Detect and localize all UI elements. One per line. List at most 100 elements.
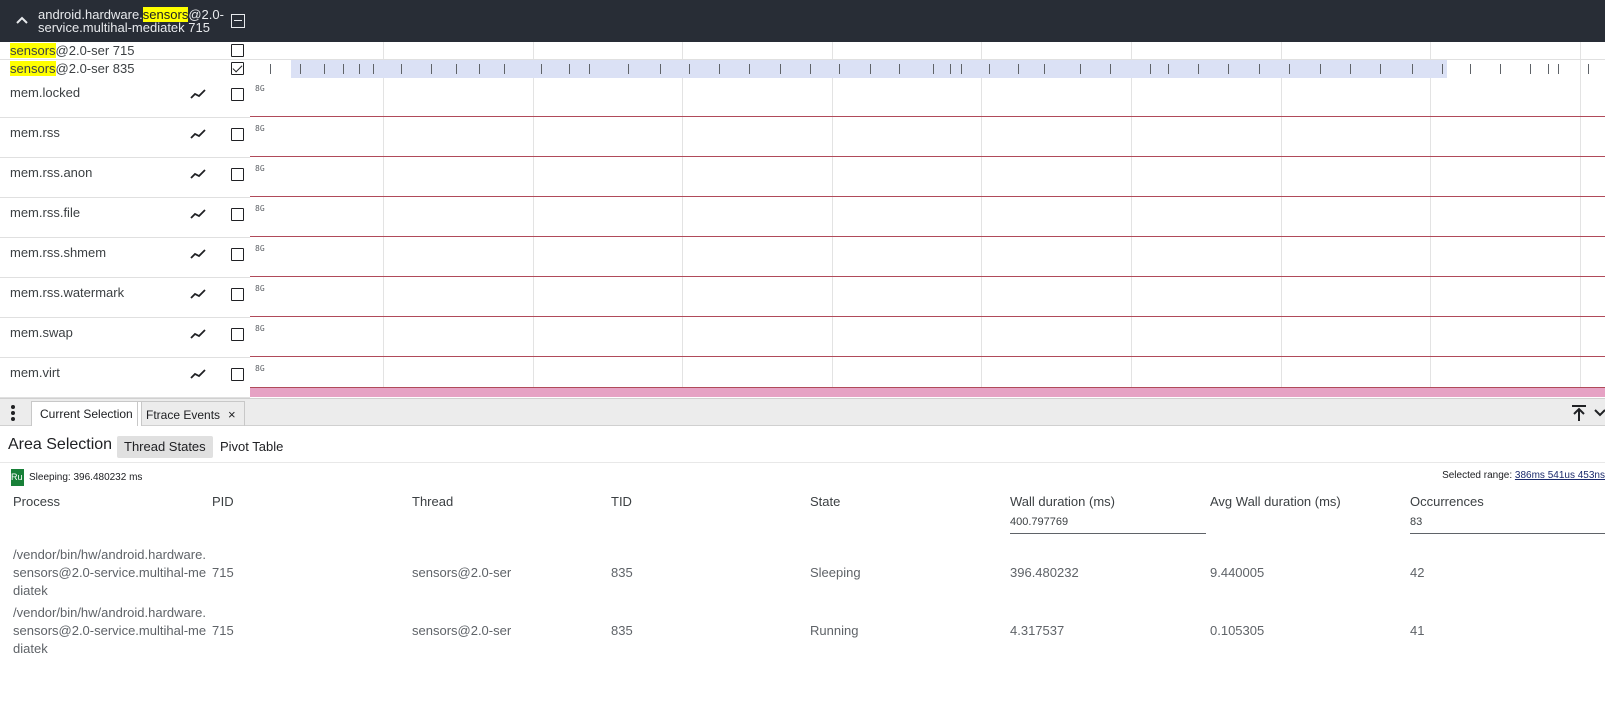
table-cell-wall: 4.317537 — [1010, 623, 1065, 638]
chevron-down-icon[interactable] — [1594, 403, 1605, 423]
line-chart-icon[interactable] — [190, 168, 206, 180]
thread-track-835[interactable]: sensors@2.0-ser 835 — [0, 60, 1605, 78]
counter-track[interactable]: mem.rss.file 8G — [0, 198, 1605, 238]
track-select-checkbox[interactable] — [231, 62, 244, 75]
expand-panel-icon[interactable] — [1569, 403, 1589, 423]
line-chart-icon[interactable] — [190, 88, 206, 100]
table-cell-process: /vendor/bin/hw/android.hardware.sensors@… — [13, 547, 207, 598]
column-header[interactable]: Avg Wall duration (ms) — [1210, 494, 1341, 509]
thread-slice-tick — [1168, 64, 1169, 74]
counter-value-line — [250, 316, 1605, 317]
counter-track[interactable]: mem.rss.shmem 8G — [0, 238, 1605, 278]
track-select-checkbox[interactable] — [231, 44, 244, 57]
thread-slice-tick — [689, 64, 690, 74]
thread-slice-tick — [1228, 64, 1229, 74]
track-select-checkbox[interactable] — [231, 208, 244, 221]
thread-slice-tick — [343, 64, 344, 74]
tab-thread-states[interactable]: Thread States — [117, 436, 213, 458]
area-selection-title: Area Selection — [8, 436, 113, 453]
thread-slice-tick — [1470, 64, 1471, 74]
line-chart-icon[interactable] — [190, 368, 206, 380]
counter-track[interactable]: mem.rss 8G — [0, 118, 1605, 158]
table-row[interactable]: /vendor/bin/hw/android.hardware.sensors@… — [0, 604, 1605, 660]
thread-slice-tick — [810, 64, 811, 74]
track-select-checkbox[interactable] — [231, 128, 244, 141]
thread-slice-tick — [899, 64, 900, 74]
line-chart-icon[interactable] — [190, 328, 206, 340]
column-header[interactable]: TID — [611, 494, 632, 509]
tab-current-selection[interactable]: Current Selection — [31, 401, 142, 426]
thread-track-715[interactable]: sensors@2.0-ser 715 — [0, 42, 1605, 60]
column-header[interactable]: Occurrences — [1410, 494, 1484, 509]
thread-slice-tick — [1259, 64, 1260, 74]
axis-max-label: 8G — [255, 244, 265, 253]
track-select-checkbox[interactable] — [231, 88, 244, 101]
thread-slice-tick — [1044, 64, 1045, 74]
counter-track[interactable]: mem.rss.watermark 8G — [0, 278, 1605, 318]
thread-slice-tick — [270, 64, 271, 74]
thread-slice-tick — [628, 64, 629, 74]
thread-slice-tick — [1110, 64, 1111, 74]
wall-duration-total: 400.797769 — [1010, 516, 1069, 528]
table-cell-process: /vendor/bin/hw/android.hardware.sensors@… — [13, 605, 207, 656]
close-icon[interactable]: × — [228, 407, 236, 422]
table-cell-occ: 42 — [1410, 565, 1425, 580]
table-cell-avg: 0.105305 — [1210, 623, 1265, 638]
counter-label: mem.swap — [10, 325, 73, 340]
table-cell-pid: 715 — [212, 565, 234, 580]
thread-slice-tick — [373, 64, 374, 74]
line-chart-icon[interactable] — [190, 248, 206, 260]
tab-ftrace-events[interactable]: Ftrace Events × — [137, 401, 245, 426]
table-row[interactable]: /vendor/bin/hw/android.hardware.sensors@… — [0, 546, 1605, 602]
column-header[interactable]: Process — [13, 494, 60, 509]
track-select-checkbox[interactable] — [231, 248, 244, 261]
counter-track[interactable]: mem.swap 8G — [0, 318, 1605, 358]
selected-range-value[interactable]: 386ms 541us 453ns — [1515, 470, 1605, 481]
counter-value-line — [250, 236, 1605, 237]
counter-track[interactable]: mem.rss.anon 8G — [0, 158, 1605, 198]
thread-slice-tick — [300, 64, 301, 74]
process-group-header[interactable]: android.hardware.sensors@2.0-service.mul… — [0, 0, 1605, 42]
axis-max-label: 8G — [255, 204, 265, 213]
counter-label: mem.rss.anon — [10, 165, 93, 180]
table-cell-state: Sleeping — [810, 565, 861, 580]
process-group-title: android.hardware.sensors@2.0-service.mul… — [38, 7, 224, 35]
process-summary-band — [250, 387, 1605, 397]
tab-pivot-table[interactable]: Pivot Table — [213, 436, 290, 458]
column-header[interactable]: Thread — [412, 494, 453, 509]
track-select-checkbox[interactable] — [231, 168, 244, 181]
total-underline — [1410, 533, 1605, 534]
counter-label: mem.rss.file — [10, 205, 81, 220]
chevron-up-icon[interactable] — [14, 12, 30, 28]
total-underline — [1010, 533, 1206, 534]
thread-slice-tick — [719, 64, 720, 74]
collapse-group-icon[interactable] — [231, 14, 245, 28]
axis-max-label: 8G — [255, 124, 265, 133]
running-state-swatch: Ru — [11, 469, 24, 486]
table-cell-occ: 41 — [1410, 623, 1425, 638]
thread-slice-tick — [479, 64, 480, 74]
more-vert-icon[interactable] — [8, 404, 18, 422]
table-cell-wall: 396.480232 — [1010, 565, 1079, 580]
selection-band — [291, 60, 1447, 78]
axis-max-label: 8G — [255, 164, 265, 173]
occurrences-total: 83 — [1410, 516, 1423, 528]
track-select-checkbox[interactable] — [231, 328, 244, 341]
tab-label: Ftrace Events — [146, 408, 221, 422]
thread-slice-tick — [749, 64, 750, 74]
track-select-checkbox[interactable] — [231, 288, 244, 301]
thread-slice-tick — [456, 64, 457, 74]
counter-value-line — [250, 116, 1605, 117]
track-area: android.hardware.sensors@2.0-service.mul… — [0, 0, 1605, 398]
thread-slice-tick — [1380, 64, 1381, 74]
line-chart-icon[interactable] — [190, 288, 206, 300]
axis-max-label: 8G — [255, 324, 265, 333]
track-select-checkbox[interactable] — [231, 368, 244, 381]
column-header[interactable]: State — [810, 494, 840, 509]
line-chart-icon[interactable] — [190, 208, 206, 220]
counter-track[interactable]: mem.locked 8G — [0, 78, 1605, 118]
line-chart-icon[interactable] — [190, 128, 206, 140]
thread-slice-tick — [1018, 64, 1019, 74]
column-header[interactable]: PID — [212, 494, 234, 509]
column-header[interactable]: Wall duration (ms) — [1010, 494, 1115, 509]
